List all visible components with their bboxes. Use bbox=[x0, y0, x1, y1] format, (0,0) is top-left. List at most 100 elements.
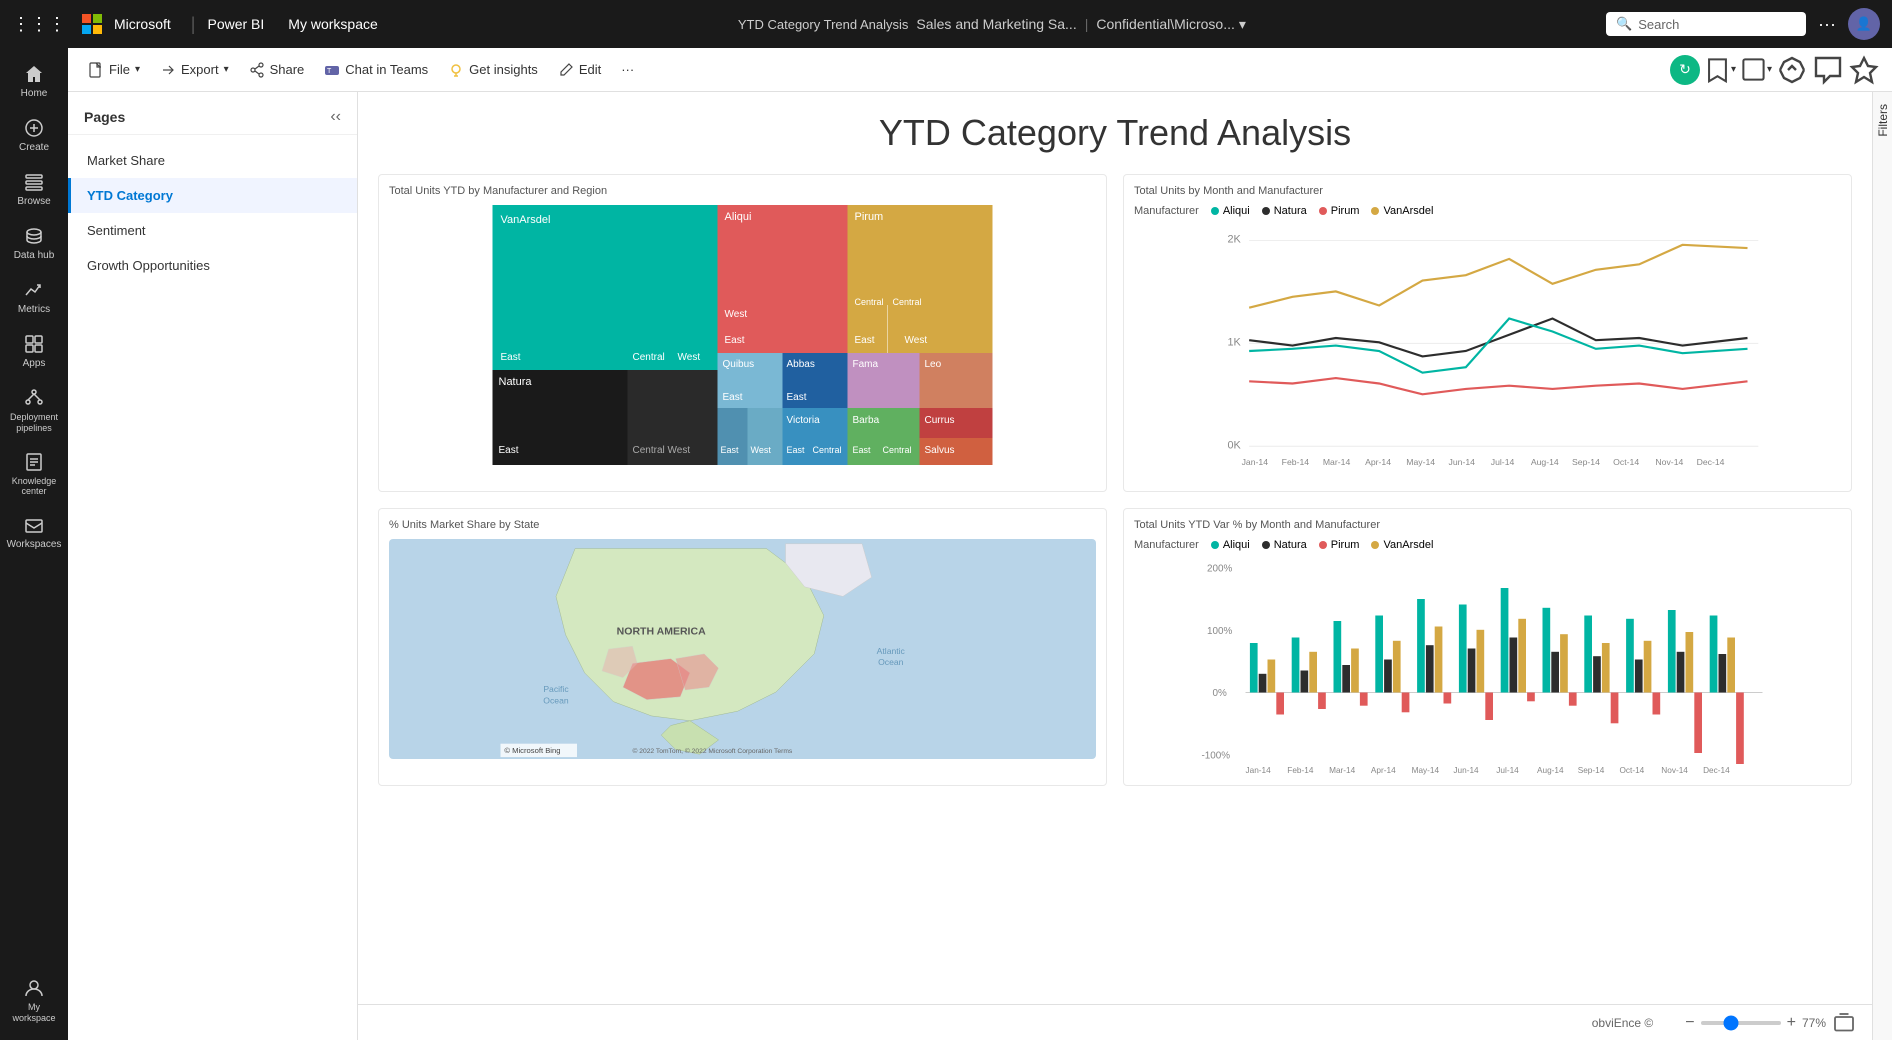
comments-btn[interactable] bbox=[1812, 54, 1844, 86]
bar-oct-vanarsdel bbox=[1644, 641, 1652, 693]
bar-jul-aliqui bbox=[1501, 588, 1509, 693]
watermark-text: obviEnce © bbox=[374, 1016, 1653, 1030]
bar-sep-pirum bbox=[1611, 693, 1619, 724]
sidebar-item-metrics[interactable]: Metrics bbox=[4, 272, 64, 324]
svg-text:200%: 200% bbox=[1207, 564, 1233, 575]
page-item-growth[interactable]: Growth Opportunities bbox=[68, 248, 357, 283]
sidebar-item-datahub[interactable]: Data hub bbox=[4, 218, 64, 270]
confidential-label[interactable]: Confidential\Microso... ▾ bbox=[1096, 16, 1246, 33]
sidebar-item-apps[interactable]: Apps bbox=[4, 326, 64, 378]
sidebar-item-workspaces[interactable]: Workspaces bbox=[4, 507, 64, 559]
svg-text:Abbas: Abbas bbox=[787, 359, 815, 370]
pages-title: Pages bbox=[84, 109, 125, 125]
pages-collapse-button[interactable]: ‹‹ bbox=[330, 108, 341, 126]
treemap-box: Total Units YTD by Manufacturer and Regi… bbox=[378, 174, 1107, 492]
apps-label: Apps bbox=[23, 358, 46, 370]
bar-may-natura bbox=[1426, 645, 1434, 692]
view-mode-btn[interactable]: ▾ bbox=[1740, 54, 1772, 86]
sidebar-item-browse[interactable]: Browse bbox=[4, 164, 64, 216]
pages-panel: Pages ‹‹ Market Share YTD Category Senti… bbox=[68, 92, 358, 1040]
svg-text:East: East bbox=[501, 352, 521, 363]
insights-icon bbox=[448, 62, 464, 78]
svg-text:Jul-14: Jul-14 bbox=[1491, 457, 1515, 467]
linechart-title: Total Units by Month and Manufacturer bbox=[1134, 185, 1841, 197]
more-options-button[interactable]: ··· bbox=[613, 56, 642, 83]
bar-jul-vanarsdel bbox=[1518, 619, 1526, 693]
svg-text:Leo: Leo bbox=[925, 359, 942, 370]
grid-menu-icon[interactable]: ⋮⋮⋮ bbox=[12, 14, 66, 35]
zoom-in-button[interactable]: + bbox=[1787, 1014, 1796, 1032]
fit-page-icon bbox=[1832, 1011, 1856, 1035]
create-label: Create bbox=[19, 142, 49, 154]
bar-feb-pirum bbox=[1318, 693, 1326, 710]
svg-text:East: East bbox=[499, 445, 519, 456]
svg-text:Victoria: Victoria bbox=[787, 415, 821, 426]
browse-label: Browse bbox=[17, 196, 50, 208]
bar-nov-natura bbox=[1677, 652, 1685, 693]
bar-sep-vanarsdel bbox=[1602, 643, 1610, 693]
filters-panel[interactable]: Filters bbox=[1872, 92, 1892, 1040]
file-button[interactable]: File ▾ bbox=[80, 56, 148, 84]
chat-in-teams-button[interactable]: T Chat in Teams bbox=[316, 56, 436, 84]
bottom-bar: obviEnce © − + 77% bbox=[358, 1004, 1872, 1040]
svg-text:Sep-14: Sep-14 bbox=[1578, 766, 1605, 775]
sidebar-item-create[interactable]: Create bbox=[4, 110, 64, 162]
topbar-separator-1: | bbox=[191, 14, 196, 35]
sidebar-item-deployment[interactable]: Deployment pipelines bbox=[4, 380, 64, 442]
svg-text:May-14: May-14 bbox=[1412, 766, 1440, 775]
bar-jul-natura bbox=[1510, 638, 1518, 693]
barchart-legend-natura: Natura bbox=[1262, 539, 1307, 551]
page-item-ytd-category[interactable]: YTD Category bbox=[68, 178, 357, 213]
svg-text:Apr-14: Apr-14 bbox=[1371, 766, 1396, 775]
toolbar: File ▾ Export ▾ Share T Chat in Teams Ge… bbox=[68, 48, 1892, 92]
sidebar-item-knowledge[interactable]: Knowledge center bbox=[4, 444, 64, 506]
sidebar-item-myworkspace[interactable]: My workspace bbox=[4, 970, 64, 1032]
bar-dec-pirum bbox=[1736, 693, 1744, 765]
legend-pirum: Pirum bbox=[1319, 205, 1360, 217]
svg-text:East: East bbox=[787, 392, 807, 403]
workspace-label[interactable]: My workspace bbox=[288, 16, 377, 32]
refresh-button[interactable]: ↻ bbox=[1670, 55, 1700, 85]
page-item-market-share[interactable]: Market Share bbox=[68, 143, 357, 178]
sidebar-nav: Home Create Browse Data hub Metrics Apps… bbox=[0, 48, 68, 1040]
export-button[interactable]: Export ▾ bbox=[152, 56, 237, 84]
page-item-sentiment[interactable]: Sentiment bbox=[68, 213, 357, 248]
content-area: YTD Category Trend Analysis Total Units … bbox=[358, 92, 1872, 1040]
fit-page-button[interactable] bbox=[1832, 1011, 1856, 1035]
share-button[interactable]: Share bbox=[241, 56, 313, 84]
bar-dec-natura bbox=[1719, 654, 1727, 693]
topbar-right: 🔍 Search ··· 👤 bbox=[1606, 8, 1880, 40]
bar-jan-pirum bbox=[1276, 693, 1284, 715]
zoom-slider[interactable] bbox=[1701, 1021, 1781, 1025]
user-avatar[interactable]: 👤 bbox=[1848, 8, 1880, 40]
topbar-more-icon[interactable]: ··· bbox=[1818, 14, 1836, 35]
svg-text:West: West bbox=[668, 445, 691, 456]
zoom-controls: − + 77% bbox=[1685, 1011, 1856, 1035]
svg-text:Natura: Natura bbox=[499, 376, 533, 388]
zoom-out-button[interactable]: − bbox=[1685, 1014, 1694, 1032]
get-insights-button[interactable]: Get insights bbox=[440, 56, 546, 84]
bar-nov-aliqui bbox=[1668, 610, 1676, 693]
report-main-title: YTD Category Trend Analysis bbox=[378, 112, 1852, 154]
report-canvas: YTD Category Trend Analysis Total Units … bbox=[358, 92, 1872, 1040]
line-vanarsdel bbox=[1249, 245, 1747, 308]
bar-may-aliqui bbox=[1417, 599, 1425, 693]
svg-text:Pirum: Pirum bbox=[855, 211, 884, 223]
bar-aug-aliqui bbox=[1543, 608, 1551, 693]
svg-text:Feb-14: Feb-14 bbox=[1287, 766, 1314, 775]
favorite-btn[interactable] bbox=[1848, 54, 1880, 86]
bar-jan-natura bbox=[1259, 674, 1267, 693]
sidebar-item-home[interactable]: Home bbox=[4, 56, 64, 108]
legend-natura: Natura bbox=[1262, 205, 1307, 217]
microsoft-label: Microsoft bbox=[114, 16, 171, 32]
svg-text:East: East bbox=[725, 335, 745, 346]
svg-text:West: West bbox=[725, 309, 748, 320]
svg-text:Feb-14: Feb-14 bbox=[1282, 457, 1310, 467]
bookmark-icon-btn[interactable]: ▾ bbox=[1704, 54, 1736, 86]
teams-icon: T bbox=[324, 62, 340, 78]
bar-sep-natura bbox=[1593, 656, 1601, 692]
auto-refresh-btn[interactable] bbox=[1776, 54, 1808, 86]
filters-label[interactable]: Filters bbox=[1876, 104, 1890, 137]
edit-button[interactable]: Edit bbox=[550, 56, 609, 84]
search-box[interactable]: 🔍 Search bbox=[1606, 12, 1806, 36]
